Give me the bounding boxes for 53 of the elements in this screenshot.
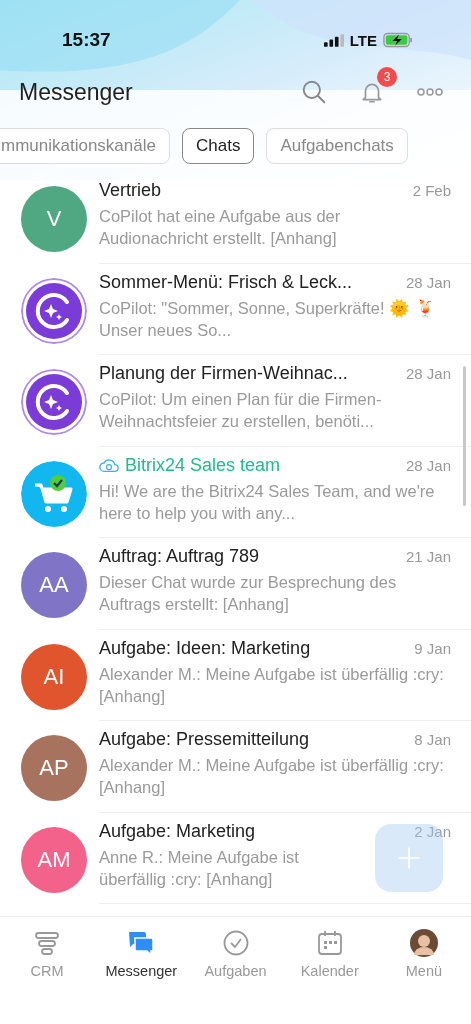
message-preview: Dieser Chat wurde zur Besprechung des Auftrags erstellt: [Anhang] — [99, 572, 398, 615]
chat-date: 9 Jan — [414, 639, 451, 657]
chat-title: Aufgabe: Ideen: Marketing — [99, 637, 312, 659]
initials-avatar: AA — [21, 552, 87, 618]
calendar-icon — [315, 929, 344, 957]
chat-date: 2 Jan — [414, 822, 451, 840]
chat-date: 8 Jan — [414, 731, 451, 748]
tab-bar-item[interactable]: Menü — [376, 929, 471, 979]
chat-title: Sommer-Menü: Frisch & Leck... — [99, 271, 354, 293]
chat-title: Aufgabe: Marketing — [99, 820, 257, 842]
tab-bar-item[interactable]: CRM — [0, 929, 95, 979]
cloud-icon — [99, 457, 119, 473]
more-icon[interactable] — [417, 88, 443, 96]
chat-title: Planung der Firmen-Weihnac... — [99, 363, 349, 384]
funnel-icon — [33, 929, 62, 957]
initials-avatar: AM — [21, 826, 87, 893]
chat-title: Auftrag: Auftrag 789 — [99, 546, 261, 567]
tab-bar-item[interactable]: Kalender — [282, 929, 377, 979]
filter-chip[interactable]: mmunikationskanäle — [0, 128, 170, 164]
chat-title: Vertrieb — [99, 180, 163, 201]
shopping-cart-avatar-icon — [21, 460, 87, 527]
message-preview: Anne R.: Meine Aufgabe ist überfällig :cry: [Anhang] — [99, 846, 300, 890]
initials-avatar: AP — [21, 735, 87, 801]
initials-avatar: V — [21, 186, 87, 252]
search-icon[interactable] — [301, 79, 327, 105]
message-preview: Hi! We are the Bitrix24 Sales Team, and we're here to help you with any... — [99, 480, 436, 524]
chat-date: 21 Jan — [405, 548, 451, 565]
network-label: LTE — [349, 31, 377, 49]
chat-date: 28 Jan — [405, 456, 451, 474]
message-preview: Alexander M.: Meine Aufgabe ist überfällig :cry: [Anhang] — [99, 755, 445, 798]
filter-chip[interactable]: Chats — [181, 128, 255, 164]
plus-icon — [396, 845, 422, 871]
message-preview: CoPilot: "Sommer, Sonne, Superkräfte! 🌞 🍹 Unser neues So... — [99, 297, 437, 341]
tab-bar-item[interactable]: Messenger — [94, 929, 189, 979]
copilot-avatar-icon — [21, 277, 87, 344]
copilot-avatar-icon — [21, 369, 87, 435]
checkmark-circle-icon — [221, 929, 250, 957]
message-preview: CoPilot hat eine Aufgabe aus der Audionachricht erstellt. [Anhang] — [99, 206, 342, 249]
chat-title: Aufgabe: Pressemitteilung — [99, 729, 311, 750]
battery-charging-icon — [383, 32, 413, 48]
chat-date: 28 Jan — [405, 365, 451, 382]
filter-chip[interactable]: Aufgabenchats — [266, 128, 408, 164]
user-avatar-icon — [409, 929, 438, 957]
signal-icon — [323, 33, 344, 47]
chat-date: 2 Feb — [412, 182, 451, 199]
message-preview: Alexander M.: Meine Aufgabe ist überfällig :cry: [Anhang] — [99, 663, 445, 707]
status-time: 15:37 — [62, 29, 111, 51]
chat-title: Bitrix24 Sales team — [125, 454, 282, 476]
message-preview: CoPilot: Um einen Plan für die Firmen-Weihnachtsfeier zu erstellen, benöti... — [99, 389, 383, 432]
tab-bar-item[interactable]: Aufgaben — [188, 929, 283, 979]
screen-title: Messenger — [19, 78, 133, 106]
initials-avatar: AI — [21, 643, 87, 710]
chat-date: 28 Jan — [405, 273, 451, 291]
